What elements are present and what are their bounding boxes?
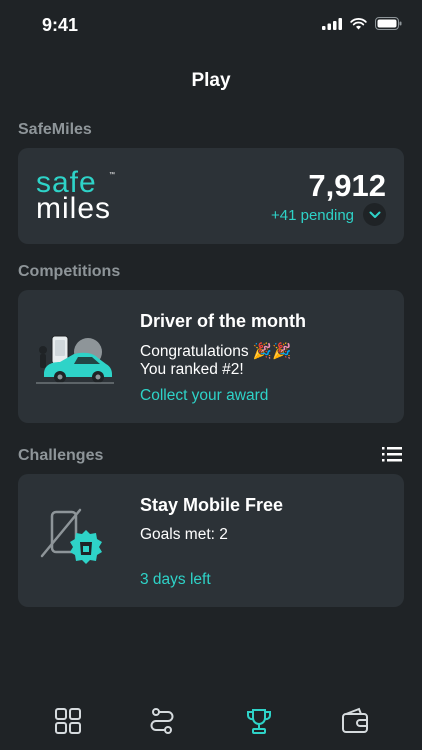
tab-bar [0, 690, 422, 750]
safemiles-section-label: SafeMiles [18, 121, 92, 138]
safemiles-logo-tm: ™ [109, 172, 115, 178]
pending-miles: +41 pending [271, 207, 354, 224]
challenge-goals: Goals met: 2 [140, 526, 228, 543]
safemiles-card[interactable]: safe ™ miles 7,912 +41 pending [18, 148, 404, 244]
challenge-days-left: 3 days left [140, 571, 211, 588]
tab-play[interactable] [244, 706, 274, 736]
challenge-card[interactable]: Stay Mobile Free Goals met: 2 3 days lef… [18, 474, 404, 607]
status-bar: 9:41 [0, 0, 422, 52]
no-phone-badge-icon [40, 508, 102, 564]
competition-title: Driver of the month [140, 311, 307, 331]
dashboard-grid-icon [55, 708, 81, 734]
route-icon [150, 708, 174, 734]
safemiles-balance: 7,912 [308, 168, 386, 203]
driver-car-illustration-icon [36, 335, 114, 384]
challenge-title: Stay Mobile Free [140, 495, 284, 515]
competition-rank: You ranked #2! [140, 361, 244, 378]
trophy-icon [247, 709, 271, 734]
competitions-section-label: Competitions [18, 263, 121, 280]
page-title: Play [191, 70, 231, 91]
wifi-icon [350, 17, 367, 29]
list-view-icon[interactable] [382, 446, 402, 462]
pending-expand-button[interactable] [363, 203, 386, 226]
challenges-section-label: Challenges [18, 447, 104, 464]
cellular-signal-icon [322, 17, 342, 30]
tab-trips[interactable] [147, 706, 177, 736]
wallet-icon [342, 707, 368, 733]
safemiles-logo-bottom: miles [36, 192, 112, 225]
battery-icon [375, 17, 402, 30]
chevron-down-icon [369, 211, 380, 218]
status-time: 9:41 [42, 15, 79, 35]
tab-dashboard[interactable] [53, 706, 83, 736]
collect-award-link[interactable]: Collect your award [140, 387, 268, 405]
competition-card[interactable]: Driver of the month Congratulations 🎉🎉 Y… [18, 290, 404, 423]
status-icons [322, 17, 402, 30]
tab-wallet[interactable] [340, 706, 370, 736]
